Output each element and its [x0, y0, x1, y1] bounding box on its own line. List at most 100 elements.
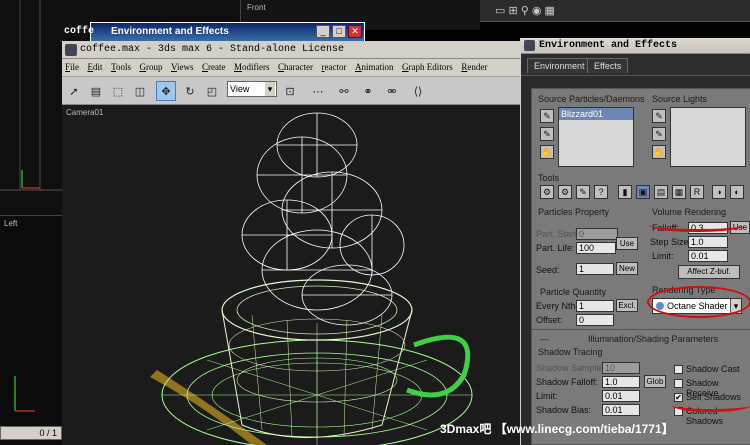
shadow-cast-checkbox[interactable] [674, 365, 683, 374]
red-underline-self-shadows [671, 398, 750, 412]
particles-list[interactable]: Blizzard01 [558, 107, 634, 167]
new-seed-button[interactable]: New [616, 262, 638, 275]
select-by-name-icon[interactable]: ▤ [86, 81, 106, 101]
background-window-title-partial: coffe [64, 26, 95, 37]
viewport-left[interactable]: Left 0 / 1 [0, 215, 62, 445]
remove-particle-icon[interactable]: ✋ [540, 145, 554, 159]
menu-character[interactable]: Character [275, 59, 316, 72]
part-start-field[interactable]: 0 [576, 228, 618, 240]
part-start-label: Part. Start [536, 229, 577, 239]
menu-reactor[interactable]: reactor [319, 59, 350, 72]
pivot-icon[interactable]: ⊡ [280, 81, 300, 101]
pick-daemon-icon[interactable]: ✎ [540, 127, 554, 141]
viewport-front-label: Front [247, 3, 266, 12]
menu-bar: File Edit Tools Group Views Create Modif… [62, 59, 522, 77]
tools-label: Tools [538, 173, 560, 183]
close-button[interactable]: ✕ [348, 25, 362, 38]
select-arrow-icon[interactable]: ➚ [64, 81, 84, 101]
menu-edit[interactable]: Edit [85, 59, 106, 72]
lights-list[interactable] [670, 107, 746, 167]
help-icon[interactable]: ? [594, 185, 608, 199]
select-region-icon[interactable]: ⬚ [108, 81, 128, 101]
menu-animation[interactable]: Animation [352, 59, 397, 72]
tool-11-icon[interactable]: ◐ [730, 185, 744, 199]
layer-icon[interactable]: ⚮ [382, 81, 402, 101]
step-size-field[interactable]: 1.0 [688, 236, 728, 248]
env-app-icon [524, 40, 535, 51]
shadow-bias-field[interactable]: 0.01 [602, 404, 640, 416]
scale-icon[interactable]: ◰ [202, 81, 222, 101]
tool-2-icon[interactable]: ⚙ [558, 185, 572, 199]
shadow-receive-checkbox[interactable] [674, 379, 683, 388]
rotate-icon[interactable]: ↻ [180, 81, 200, 101]
command-panel-icons: ▭ ⊞ ⚲ ◉ ▦ [495, 5, 555, 17]
part-life-field[interactable]: 100 [576, 242, 616, 254]
menu-modifiers[interactable]: Modifiers [231, 59, 273, 72]
max-title: coffee.max - 3ds max 6 - Stand-alone Lic… [80, 44, 345, 55]
align-icon[interactable]: ⚭ [358, 81, 378, 101]
menu-create[interactable]: Create [199, 59, 229, 72]
shadow-tracing-label: Shadow Tracing [538, 347, 603, 357]
use-button[interactable]: Use [616, 237, 638, 250]
reference-coordinate-select[interactable]: View [227, 81, 277, 97]
app-icon [65, 44, 77, 56]
every-nth-label: Every Nth: [536, 301, 579, 311]
tool-8-icon[interactable]: ▦ [672, 185, 686, 199]
excl-button[interactable]: Excl. [616, 299, 638, 312]
viewport-camera[interactable]: Camera01 [62, 105, 522, 445]
time-slider[interactable]: 0 / 1 [0, 426, 62, 440]
pick-particle-icon[interactable]: ✎ [540, 109, 554, 123]
tab-effects[interactable]: Effects [587, 58, 629, 73]
max-main-window: coffee.max - 3ds max 6 - Stand-alone Lic… [62, 41, 522, 445]
tab-environment[interactable]: Environment [527, 58, 592, 73]
limit2-field[interactable]: 0.01 [602, 390, 640, 402]
affect-z-buf-button[interactable]: Affect Z-buf. [678, 265, 740, 279]
shadow-falloff-field[interactable]: 1.0 [602, 376, 640, 388]
cup-handle-wire [406, 334, 471, 398]
tool-3-icon[interactable]: ✎ [576, 185, 590, 199]
tool-7-icon[interactable]: ▤ [654, 185, 668, 199]
red-circle-rendering-type [647, 286, 750, 318]
source-lights-label: Source Lights [652, 94, 708, 104]
shadow-samples-field[interactable]: 10 [602, 362, 640, 374]
remove-light-icon[interactable]: ✋ [652, 145, 666, 159]
menu-group[interactable]: Group [136, 59, 165, 72]
tool-6-icon[interactable]: ▣ [636, 185, 650, 199]
minimize-button[interactable]: _ [316, 25, 330, 38]
seed-label: Seed: [536, 265, 560, 275]
steam-particles-wire [241, 112, 405, 326]
tool-9-icon[interactable]: R [690, 185, 704, 199]
menu-render[interactable]: Render [458, 59, 490, 72]
pick-light-icon[interactable]: ✎ [652, 109, 666, 123]
menu-tools[interactable]: Tools [108, 59, 134, 72]
list-item[interactable]: Blizzard01 [559, 108, 633, 120]
rollout-collapse-icon[interactable]: — [540, 334, 549, 344]
glob-button[interactable]: Glob [644, 375, 666, 388]
curve-editor-icon[interactable]: ⟨⟩ [408, 81, 428, 101]
move-icon[interactable]: ✥ [156, 81, 176, 101]
particles-property-label: Particles Property [538, 207, 610, 217]
maximize-button[interactable]: □ [332, 25, 346, 38]
seed-field[interactable]: 1 [576, 263, 614, 275]
menu-file[interactable]: File [62, 59, 82, 72]
rollout-title[interactable]: Illumination/Shading Parameters [588, 334, 718, 344]
menu-views[interactable]: Views [168, 59, 196, 72]
tool-1-icon[interactable]: ⚙ [540, 185, 554, 199]
snap-icon[interactable]: ⋯ [308, 81, 328, 101]
shadow-samples-label: Shadow Samples [536, 363, 607, 373]
volume-rendering-label: Volume Rendering [652, 207, 727, 217]
window-crossing-icon[interactable]: ◫ [130, 81, 150, 101]
every-nth-field[interactable]: 1 [576, 300, 614, 312]
tool-10-icon[interactable]: ◑ [712, 185, 726, 199]
offset-field[interactable]: 0 [576, 314, 614, 326]
part-life-label: Part. Life: [536, 243, 575, 253]
tool-5-icon[interactable]: ▮ [618, 185, 632, 199]
menu-graph-editors[interactable]: Graph Editors [399, 59, 456, 72]
shadow-falloff-label: Shadow Falloff: [536, 377, 598, 387]
watermark: 3Dmax吧 【www.linecg.com/tieba/1771】 [440, 422, 674, 436]
limit-field[interactable]: 0.01 [688, 250, 728, 262]
mirror-icon[interactable]: ⚯ [334, 81, 354, 101]
pick-light-2-icon[interactable]: ✎ [652, 127, 666, 141]
source-particles-label: Source Particles/Daemons [538, 94, 645, 104]
environment-window-background: Environment and Effects _ □ ✕ [90, 22, 365, 42]
